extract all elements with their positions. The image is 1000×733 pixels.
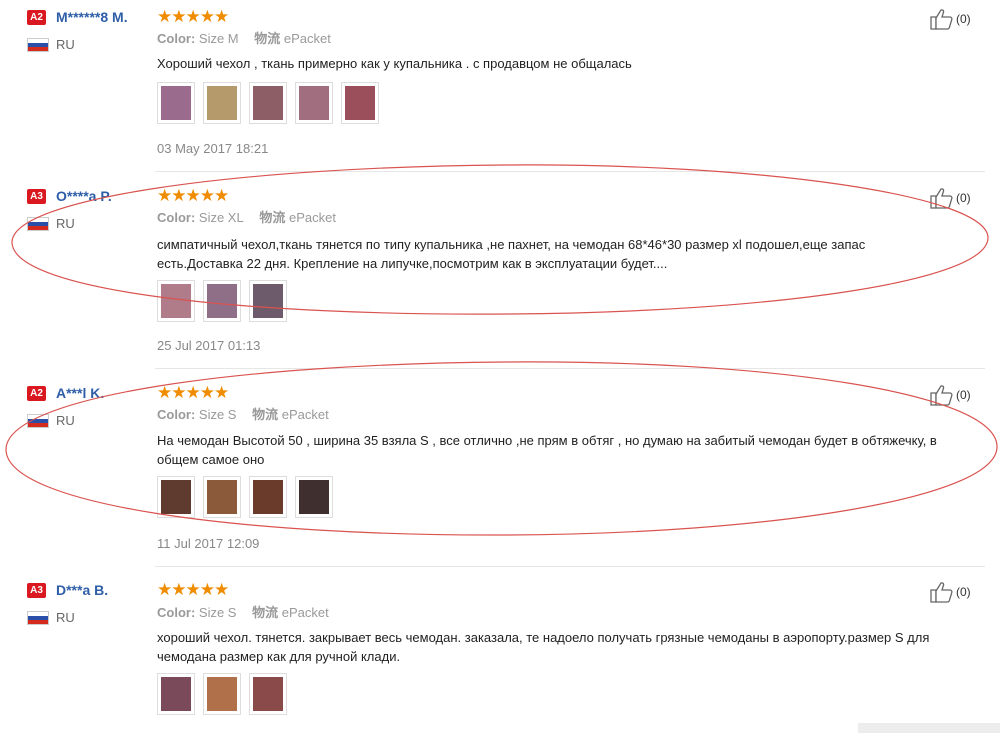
order-info: Color: Size S 物流 ePacket xyxy=(157,605,329,621)
color-key: Color: xyxy=(157,605,196,620)
review-date: 25 Jul 2017 01:13 xyxy=(157,338,261,353)
buyer-level-badge: A3 xyxy=(27,189,46,204)
review-photo[interactable] xyxy=(203,280,241,322)
thumbs-up-icon xyxy=(930,9,953,30)
buyer-name[interactable]: D***a B. xyxy=(56,581,108,599)
helpful-count: (0) xyxy=(956,12,971,26)
color-key: Color: xyxy=(157,210,196,225)
rating-stars: ★★★★★ xyxy=(157,580,229,599)
helpful-button[interactable]: (0) xyxy=(930,384,971,406)
shipping-value: ePacket xyxy=(283,31,331,46)
shipping-key: 物流 xyxy=(252,407,279,422)
buyer-level-badge: A2 xyxy=(27,386,46,401)
shipping-key: 物流 xyxy=(252,605,279,620)
buyer-country: RU xyxy=(56,413,75,428)
review-photo[interactable] xyxy=(249,280,287,322)
flag-ru-icon xyxy=(27,611,49,625)
review-text: хороший чехол. тянется. закрывает весь ч… xyxy=(157,630,930,664)
color-key: Color: xyxy=(157,407,196,422)
review-photos xyxy=(157,476,333,518)
color-key: Color: xyxy=(157,31,196,46)
review-text: На чемодан Высотой 50 , ширина 35 взяла … xyxy=(157,433,937,467)
shipping-value: ePacket xyxy=(288,210,336,225)
order-info: Color: Size XL 物流 ePacket xyxy=(157,210,336,226)
review-date: 11 Jul 2017 12:09 xyxy=(157,536,260,551)
review-photos xyxy=(157,673,287,715)
shipping-value: ePacket xyxy=(281,605,329,620)
color-value: Size S xyxy=(198,407,237,422)
helpful-button[interactable]: (0) xyxy=(930,8,971,30)
scroll-hint xyxy=(858,723,1000,733)
flag-ru-icon xyxy=(27,38,49,52)
divider xyxy=(155,368,985,369)
review-photo[interactable] xyxy=(341,82,379,124)
helpful-count: (0) xyxy=(956,585,971,599)
buyer-level-badge: A2 xyxy=(27,10,46,25)
helpful-count: (0) xyxy=(956,388,971,402)
helpful-count: (0) xyxy=(956,191,971,205)
review-photo[interactable] xyxy=(203,476,241,518)
buyer-name[interactable]: M******8 M. xyxy=(56,8,128,26)
color-value: Size XL xyxy=(198,210,244,225)
thumbs-up-icon xyxy=(930,582,953,603)
review-photo[interactable] xyxy=(295,476,333,518)
review-photo[interactable] xyxy=(249,476,287,518)
review-photo[interactable] xyxy=(249,82,287,124)
shipping-value: ePacket xyxy=(281,407,329,422)
color-value: Size M xyxy=(198,31,239,46)
buyer-country: RU xyxy=(56,610,75,625)
helpful-button[interactable]: (0) xyxy=(930,187,971,209)
thumbs-up-icon xyxy=(930,188,953,209)
review-text: симпатичный чехол,ткань тянется по типу … xyxy=(157,237,866,271)
rating-stars: ★★★★★ xyxy=(157,186,229,205)
shipping-key: 物流 xyxy=(254,31,281,46)
review-photo[interactable] xyxy=(203,82,241,124)
order-info: Color: Size M 物流 ePacket xyxy=(157,31,331,47)
review-photo[interactable] xyxy=(157,476,195,518)
rating-stars: ★★★★★ xyxy=(157,383,229,402)
buyer-country: RU xyxy=(56,37,75,52)
rating-stars: ★★★★★ xyxy=(157,7,229,26)
review-photo[interactable] xyxy=(203,673,241,715)
divider xyxy=(155,171,985,172)
review-photo[interactable] xyxy=(157,82,195,124)
highlight-ovals xyxy=(5,164,998,536)
review-date: 03 May 2017 18:21 xyxy=(157,141,269,156)
buyer-country: RU xyxy=(56,216,75,231)
review-photo[interactable] xyxy=(157,673,195,715)
color-value: Size S xyxy=(198,605,237,620)
review-photos xyxy=(157,280,287,322)
flag-ru-icon xyxy=(27,414,49,428)
buyer-name[interactable]: O****a P. xyxy=(56,187,112,205)
review-photos xyxy=(157,82,379,124)
divider xyxy=(155,566,985,567)
order-info: Color: Size S 物流 ePacket xyxy=(157,407,329,423)
flag-ru-icon xyxy=(27,217,49,231)
review-text: Хороший чехол , ткань примерно как у куп… xyxy=(157,56,632,71)
shipping-key: 物流 xyxy=(259,210,286,225)
helpful-button[interactable]: (0) xyxy=(930,581,971,603)
thumbs-up-icon xyxy=(930,385,953,406)
buyer-level-badge: A3 xyxy=(27,583,46,598)
buyer-name[interactable]: A***l K. xyxy=(56,384,104,402)
review-photo[interactable] xyxy=(157,280,195,322)
review-photo[interactable] xyxy=(295,82,333,124)
review-photo[interactable] xyxy=(249,673,287,715)
